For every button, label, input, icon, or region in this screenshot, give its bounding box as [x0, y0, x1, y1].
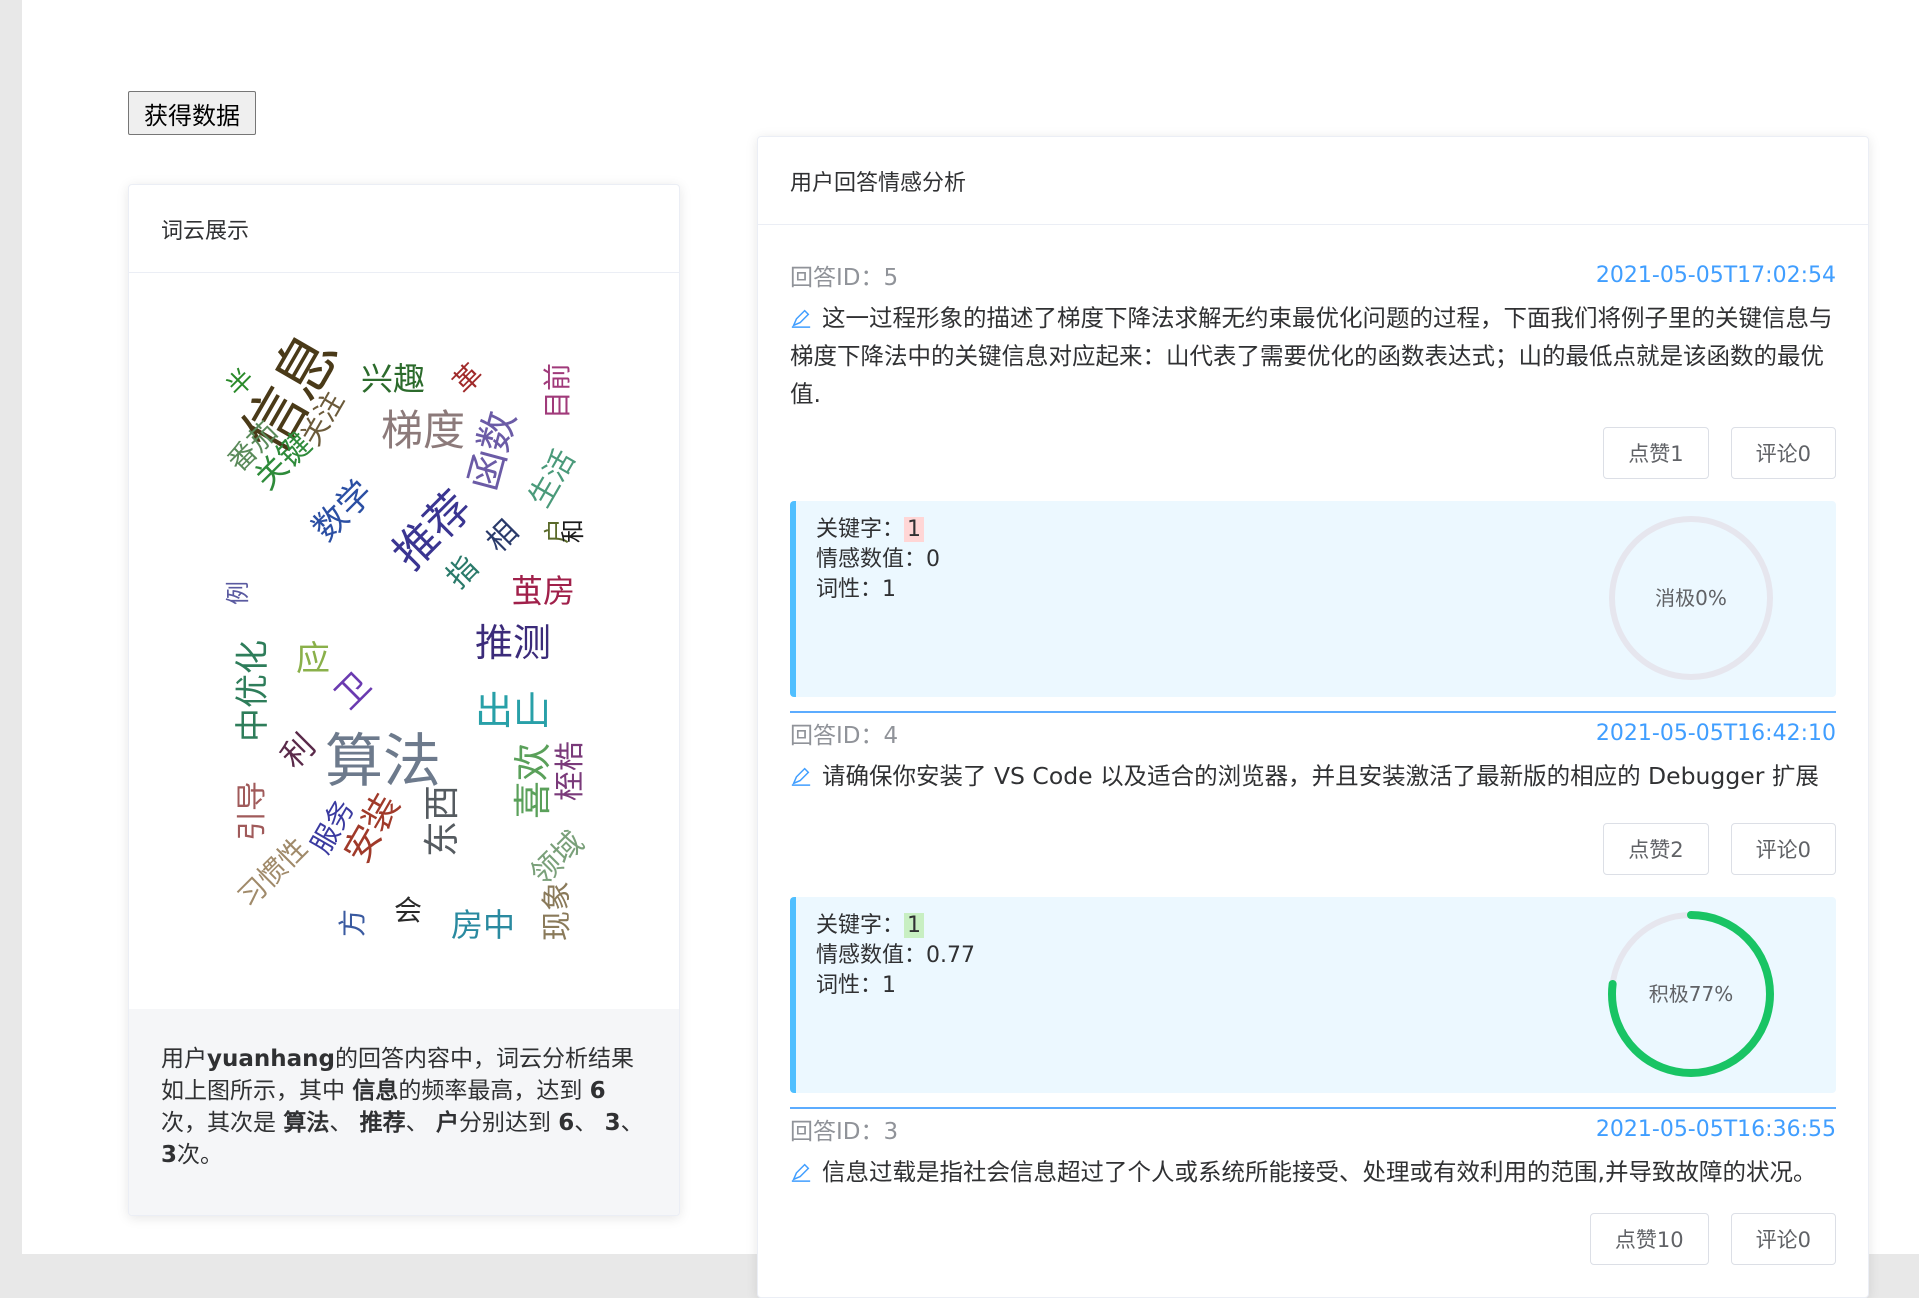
word-cloud-word: 指 — [439, 549, 486, 596]
answer-text: 信息过载是指社会信息超过了个人或系统所能接受、处理或有效利用的范围,并导致故障的… — [790, 1153, 1836, 1191]
word-cloud-word: 函数 — [460, 406, 526, 496]
edit-icon — [791, 309, 811, 328]
summary-text: 分别达到 — [458, 1110, 559, 1136]
keyword-label: 关键字： — [816, 913, 905, 938]
pos-value: 1 — [882, 973, 897, 998]
word-cloud-word: 相 — [479, 513, 526, 560]
answer-content: 信息过载是指社会信息超过了个人或系统所能接受、处理或有效利用的范围,并导致故障的… — [822, 1158, 1817, 1186]
answer-content: 这一过程形象的描述了梯度下降法求解无约束最优化问题的过程，下面我们将例子里的关键… — [790, 304, 1833, 408]
summary-count: 6 — [589, 1078, 606, 1104]
edit-icon — [791, 767, 811, 786]
word-cloud-word: 茧房 — [510, 572, 576, 610]
like-button[interactable]: 点赞1 — [1603, 427, 1709, 479]
summary-sep: 、 — [405, 1110, 436, 1136]
word-cloud-word: 应 — [296, 639, 330, 679]
summary-word: 推荐 — [359, 1110, 406, 1136]
answer-id: 回答ID：5 — [790, 265, 899, 291]
score-value: 0.77 — [926, 943, 975, 968]
sentiment-box: 关键字： 1 情感数值：0.77 词性：1 积极77% — [790, 897, 1836, 1093]
summary-user: yuanhang — [207, 1046, 335, 1072]
word-cloud-word: 生活 — [522, 444, 583, 514]
word-cloud-word: 兴趣 — [360, 360, 426, 398]
wordcloud-card-title: 词云展示 — [129, 185, 679, 273]
pos-label: 词性： — [816, 973, 883, 998]
page: 获得数据 词云展示 信息 算法 推荐 梯度 函数 推测 出山 喜欢 东西 安装 中优化 数学 关键 番茄兴… — [22, 0, 1919, 1298]
word-cloud-word: 例 — [224, 581, 252, 605]
edit-icon — [791, 1163, 811, 1182]
answer-item: 回答ID：3 2021-05-05T16:36:55 信息过载是指社会信息超过了… — [790, 1109, 1836, 1265]
score-label: 情感数值： — [816, 943, 927, 968]
summary-sep: 、 — [620, 1110, 644, 1136]
comment-button[interactable]: 评论0 — [1730, 427, 1836, 479]
answer-item: 回答ID：5 2021-05-05T17:02:54 这一过程形象的描述了梯度下… — [790, 255, 1836, 713]
score-value: 0 — [926, 547, 941, 572]
word-cloud-word: 中优化 — [233, 640, 273, 742]
summary-count: 6 — [558, 1110, 575, 1136]
answer-time: 2021-05-05T16:42:10 — [1595, 720, 1836, 746]
pos-value: 1 — [882, 577, 897, 602]
word-cloud-word: 数学 — [304, 472, 382, 550]
answer-time: 2021-05-05T16:36:55 — [1595, 1116, 1836, 1142]
word-cloud-word: 会 — [393, 894, 423, 927]
sentiment-card: 用户回答情感分析 回答ID：5 2021-05-05T17:02:54 这一过程… — [757, 136, 1869, 1298]
summary-sep: 、 — [574, 1110, 605, 1136]
answer-text: 请确保你安装了 VS Code 以及适合的浏览器，并且安装激活了最新版的相应的 … — [790, 757, 1836, 795]
word-cloud-word: 利 — [273, 726, 323, 776]
word-cloud-word: 革 — [446, 357, 490, 401]
ring-label: 消极0% — [1655, 586, 1727, 610]
word-cloud-word: 梯度 — [380, 406, 466, 455]
wordcloud-card: 词云展示 信息 算法 推荐 梯度 函数 推测 出山 喜欢 东西 安装 中优化 数学 关键 番茄 兴趣 关注 生活… — [128, 184, 680, 1216]
word-cloud-word: 和 — [559, 519, 587, 543]
sentiment-card-title: 用户回答情感分析 — [758, 137, 1868, 225]
comment-button[interactable]: 评论0 — [1730, 823, 1836, 875]
answer-item: 回答ID：4 2021-05-05T16:42:10 请确保你安装了 VS Co… — [790, 713, 1836, 1109]
keyword-value: 1 — [904, 517, 925, 542]
summary-count: 3 — [604, 1110, 621, 1136]
sentiment-ring: 消极0% — [1606, 513, 1776, 683]
word-cloud-word: 卫 — [326, 664, 380, 718]
word-cloud-word: 推测 — [474, 621, 552, 665]
ring-label: 积极77% — [1648, 982, 1734, 1006]
pos-label: 词性： — [816, 577, 883, 602]
wordcloud-summary: 用户yuanhang的回答内容中，词云分析结果如上图所示，其中 信息的频率最高，… — [129, 1009, 679, 1215]
word-cloud-word: 引导 — [235, 781, 270, 841]
summary-sep: 、 — [329, 1110, 360, 1136]
summary-text: 次，其次是 — [161, 1110, 284, 1136]
summary-text: 次。 — [177, 1142, 224, 1168]
word-cloud-word: 习惯性 — [231, 831, 315, 915]
like-button[interactable]: 点赞10 — [1589, 1213, 1709, 1265]
summary-word: 算法 — [283, 1110, 330, 1136]
word-cloud-word: 东西 — [422, 784, 463, 858]
summary-text: 用户 — [161, 1046, 207, 1072]
word-cloud-word: 喜欢 — [511, 742, 555, 820]
answer-id: 回答ID：3 — [790, 1119, 899, 1145]
summary-count: 3 — [161, 1142, 178, 1168]
answer-content: 请确保你安装了 VS Code 以及适合的浏览器，并且安装激活了最新版的相应的 … — [822, 762, 1819, 790]
word-cloud-word: 现象 — [540, 881, 575, 941]
like-button[interactable]: 点赞2 — [1603, 823, 1709, 875]
word-cloud-word: 桎梏 — [553, 741, 588, 801]
answer-time: 2021-05-05T17:02:54 — [1595, 262, 1836, 288]
answer-text: 这一过程形象的描述了梯度下降法求解无约束最优化问题的过程，下面我们将例子里的关键… — [790, 299, 1836, 413]
summary-word: 户 — [435, 1110, 459, 1136]
word-cloud-word: 目前 — [541, 362, 574, 420]
word-cloud-word: 房中 — [450, 906, 516, 944]
fetch-data-button[interactable]: 获得数据 — [128, 91, 256, 135]
summary-top-word: 信息 — [352, 1078, 399, 1104]
keyword-label: 关键字： — [816, 517, 905, 542]
word-cloud: 信息 算法 推荐 梯度 函数 推测 出山 喜欢 东西 安装 中优化 数学 关键 番茄 兴趣 关注 生活 目前 茧房相… — [129, 273, 679, 1009]
comment-button[interactable]: 评论0 — [1730, 1213, 1836, 1265]
keyword-value: 1 — [904, 913, 925, 938]
word-cloud-word: 方 — [336, 908, 369, 938]
word-cloud-word: 算法 — [324, 727, 442, 795]
answer-id: 回答ID：4 — [790, 723, 899, 749]
summary-text: 的频率最高，达到 — [398, 1078, 590, 1104]
sentiment-ring: 积极77% — [1606, 909, 1776, 1079]
sentiment-box: 关键字： 1 情感数值：0 词性：1 消极0% — [790, 501, 1836, 697]
word-cloud-word: 出山 — [474, 689, 552, 733]
score-label: 情感数值： — [816, 547, 927, 572]
